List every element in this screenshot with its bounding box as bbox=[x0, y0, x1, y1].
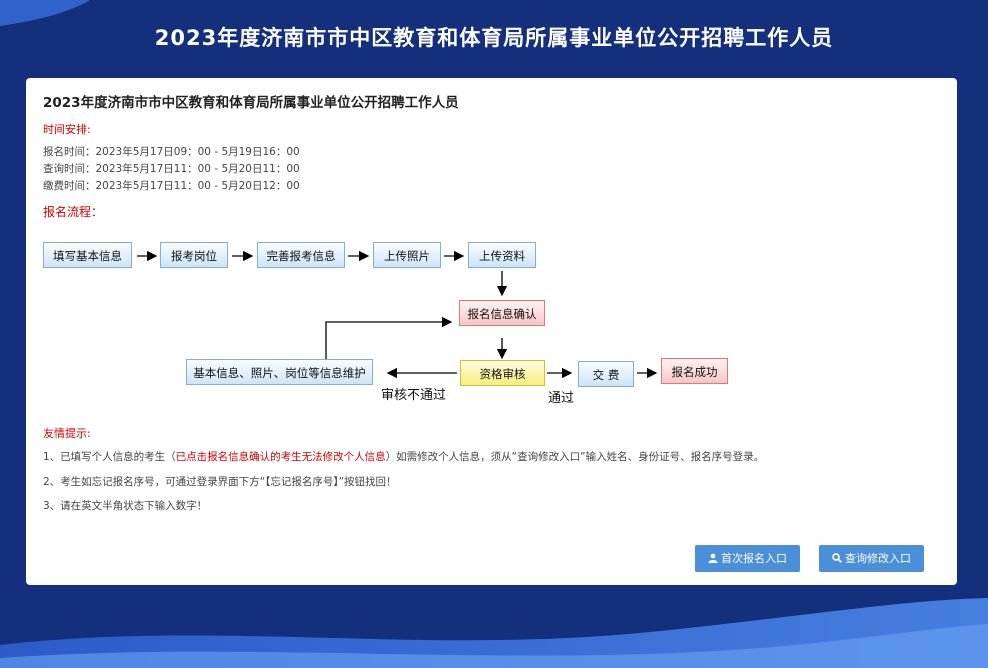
flow-label: 报名流程： bbox=[43, 205, 104, 219]
signup-time: 报名时间：2023年5月17日09：00 - 5月19日16：00 bbox=[43, 146, 300, 158]
card-title: 2023年度济南市市中区教育和体育局所属事业单位公开招聘工作人员 bbox=[43, 95, 459, 111]
tip-1: 1、已填写个人信息的考生（已点击报名信息确认的考生无法修改个人信息）如需修改个人… bbox=[43, 449, 764, 464]
payment-time: 缴费时间：2023年5月17日11：00 - 5月20日12：00 bbox=[43, 180, 300, 192]
tip-1-warning: 已点击报名信息确认的考生无法修改个人信息 bbox=[175, 451, 386, 463]
review-pass-text: 通过 bbox=[548, 391, 575, 406]
review-fail-text: 审核不通过 bbox=[381, 388, 447, 403]
flow-step-apply-post: 报考岗位 bbox=[160, 242, 228, 268]
tip-3: 3、请在英文半角状态下输入数字！ bbox=[43, 500, 208, 512]
user-icon bbox=[708, 546, 718, 573]
query-time: 查询时间：2023年5月17日11：00 - 5月20日11：00 bbox=[43, 163, 300, 175]
tip-2: 2、考生如忘记报名序号，可通过登录界面下方“【忘记报名序号】”按钮找回！ bbox=[43, 476, 397, 488]
flow-step-fill-basic-info: 填写基本信息 bbox=[43, 242, 132, 268]
search-icon bbox=[832, 546, 842, 573]
tips-label: 友情提示: bbox=[43, 427, 91, 440]
query-modify-label: 查询修改入口 bbox=[845, 552, 911, 565]
schedule-label: 时间安排: bbox=[43, 123, 91, 136]
flow-step-upload-docs: 上传资料 bbox=[468, 242, 536, 268]
query-modify-button[interactable]: 查询修改入口 bbox=[819, 545, 924, 572]
flow-step-maintain-info: 基本信息、照片、岗位等信息维护 bbox=[186, 359, 373, 385]
flow-step-pay: 交 费 bbox=[578, 361, 634, 387]
tip-1-text-b: ）如需修改个人信息，须从“查询修改入口”输入姓名、身份证号、报名序号登录。 bbox=[385, 451, 765, 463]
flow-step-complete-info: 完善报考信息 bbox=[257, 242, 345, 268]
flow-step-upload-photo: 上传照片 bbox=[373, 242, 441, 268]
flow-step-confirm: 报名信息确认 bbox=[459, 300, 545, 326]
flow-step-success: 报名成功 bbox=[661, 358, 728, 384]
page-title: 2023年度济南市市中区教育和体育局所属事业单位公开招聘工作人员 bbox=[154, 26, 834, 50]
tip-1-text-a: 1、已填写个人信息的考生（ bbox=[43, 451, 176, 463]
first-signup-button[interactable]: 首次报名入口 bbox=[695, 545, 800, 572]
first-signup-label: 首次报名入口 bbox=[721, 552, 787, 565]
flow-step-review: 资格审核 bbox=[460, 360, 545, 386]
main-card: 2023年度济南市市中区教育和体育局所属事业单位公开招聘工作人员 时间安排: 报… bbox=[26, 78, 957, 585]
